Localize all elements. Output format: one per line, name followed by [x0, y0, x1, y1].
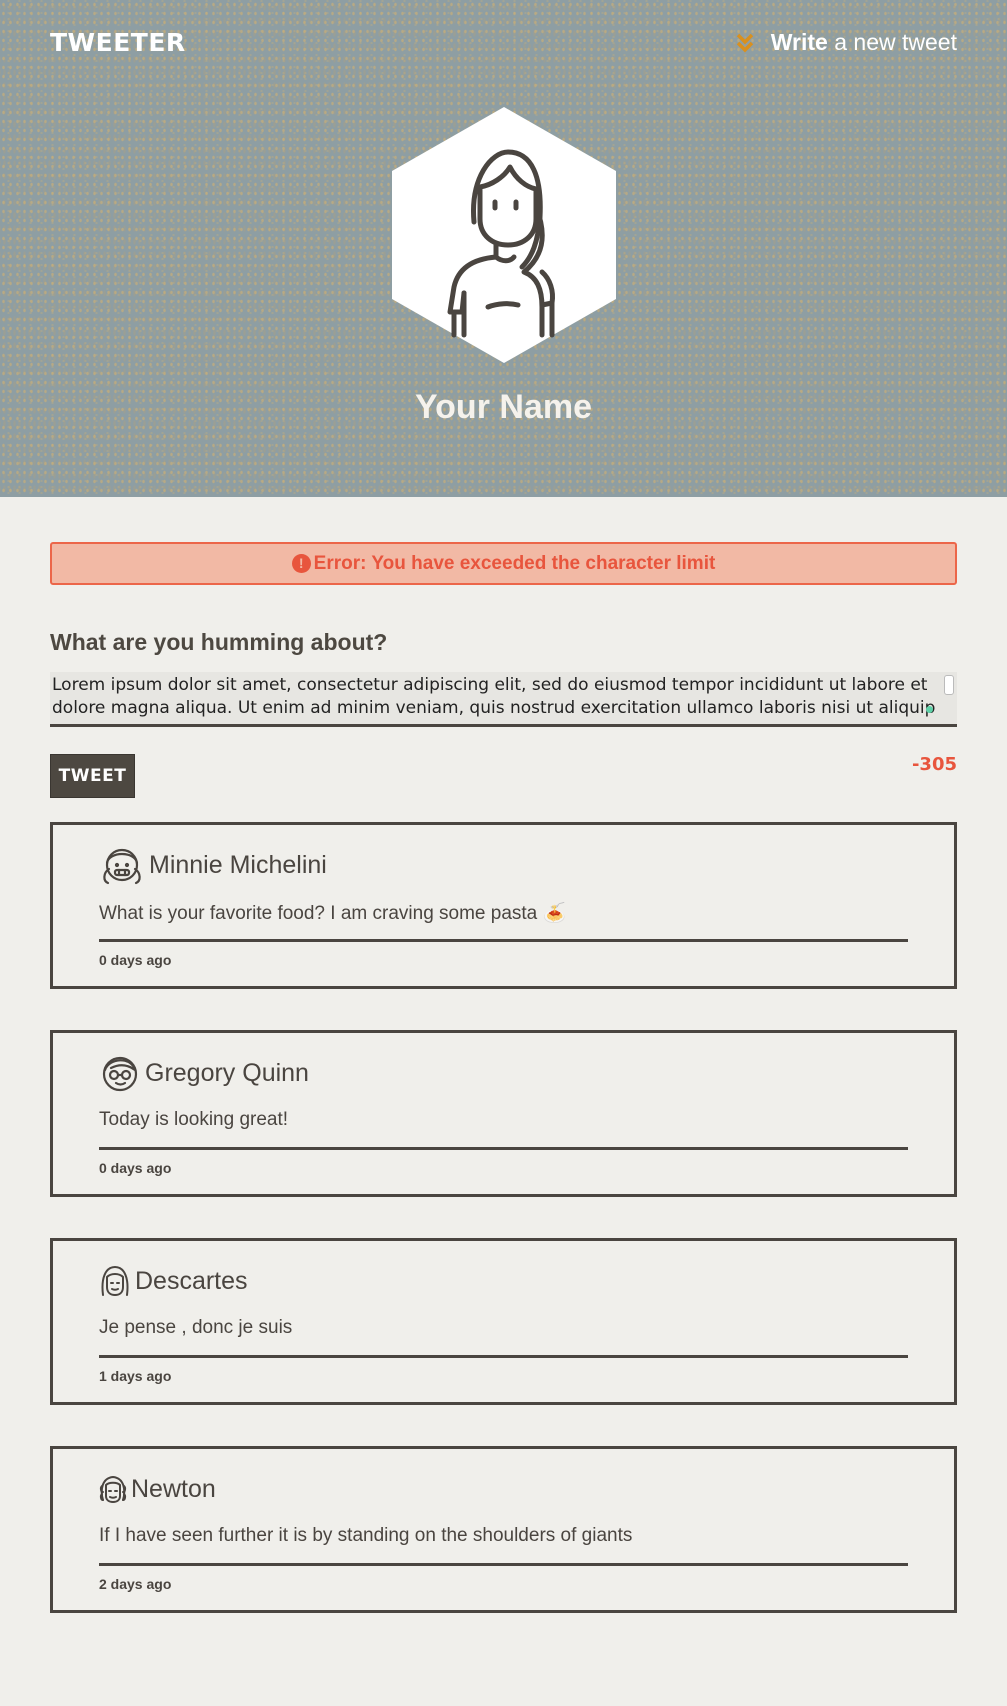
profile-avatar	[392, 107, 616, 363]
tweet-card: Gregory Quinn Today is looking great! 0 …	[50, 1030, 957, 1197]
tweet-timestamp: 1 days ago	[99, 1368, 172, 1384]
write-link-rest: a new tweet	[834, 29, 957, 55]
compose-prompt: What are you humming about?	[50, 629, 388, 655]
tweet-author: Descartes	[135, 1266, 248, 1295]
tweet-body: Today is looking great!	[99, 1109, 289, 1130]
tweet-timestamp: 0 days ago	[99, 1160, 172, 1176]
girl-pigtails-icon	[103, 848, 141, 885]
tweet-divider	[99, 1147, 908, 1150]
tweet-card: Descartes Je pense , donc je suis 1 days…	[50, 1238, 957, 1405]
tweet-textarea-text[interactable]: Lorem ipsum dolor sit amet, consectetur …	[52, 674, 943, 722]
tweet-body: Je pense , donc je suis	[99, 1317, 293, 1338]
tweet-feed: Minnie Michelini What is your favorite f…	[50, 822, 957, 1613]
tweet-body: What is your favorite food? I am craving…	[99, 903, 567, 924]
double-chevron-down-icon	[736, 33, 754, 52]
error-banner: ! Error: You have exceeded the character…	[50, 542, 957, 585]
tweet-author: Newton	[131, 1474, 216, 1503]
textarea-scrollbar[interactable]	[944, 675, 954, 695]
error-message: Error: You have exceeded the character l…	[313, 552, 716, 574]
exclamation-icon: !	[291, 554, 311, 573]
tweet-author: Minnie Michelini	[149, 850, 327, 879]
main-content: ! Error: You have exceeded the character…	[0, 542, 1007, 1613]
tweet-timestamp: 2 days ago	[99, 1576, 172, 1592]
tweet-button[interactable]: TWEET	[50, 754, 135, 798]
character-counter: -305	[911, 754, 957, 775]
tweet-card: Minnie Michelini What is your favorite f…	[50, 822, 957, 989]
curly-wig-icon	[99, 1475, 127, 1504]
app-logo[interactable]: TWEETER	[50, 28, 186, 57]
profile-header: TWEETER Write a new tweet Your Name	[0, 0, 1007, 497]
write-new-tweet-link[interactable]: Write a new tweet	[735, 29, 957, 56]
tweet-textarea[interactable]: Lorem ipsum dolor sit amet, consectetur …	[50, 672, 957, 727]
tweet-card: Newton If I have seen further it is by s…	[50, 1446, 957, 1613]
tweet-divider	[99, 939, 908, 942]
boy-glasses-icon	[102, 1056, 138, 1092]
write-link-bold: Write	[770, 29, 828, 55]
tweet-divider	[99, 1563, 908, 1566]
tweet-timestamp: 0 days ago	[99, 952, 172, 968]
profile-name: Your Name	[415, 388, 592, 426]
tweet-author: Gregory Quinn	[145, 1058, 309, 1087]
long-hair-icon	[101, 1265, 129, 1297]
tweet-divider	[99, 1355, 908, 1358]
grammar-check-dot-icon[interactable]	[926, 706, 933, 713]
compose-actions: TWEET -305	[50, 727, 957, 822]
tweet-body: If I have seen further it is by standing…	[99, 1525, 633, 1546]
